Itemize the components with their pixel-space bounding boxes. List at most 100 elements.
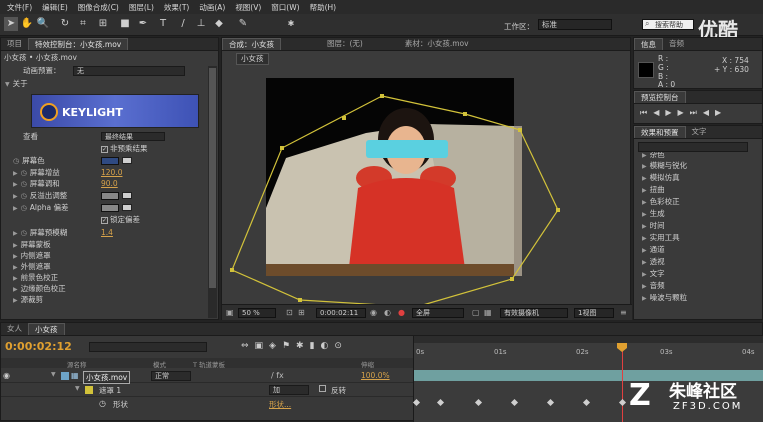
keyframe[interactable] [412,398,421,407]
effect-category-blur-sharpen[interactable]: 模糊与锐化 [650,161,688,170]
pen-tool-icon[interactable]: ✒ [136,17,150,31]
group-edge-color-correction[interactable]: 边缘颜色校正 [21,284,66,293]
effect-category-time[interactable]: 时间 [650,221,665,230]
keyframe[interactable] [582,398,591,407]
effect-category-channel[interactable]: 通道 [650,245,665,254]
effects-search-input[interactable] [638,142,748,152]
tab-info[interactable]: 信息 [634,38,663,50]
timeline-search-input[interactable] [89,342,207,352]
menu-edit[interactable]: 编辑(E) [37,2,73,13]
mask-color-icon[interactable] [85,386,93,394]
keyframe[interactable] [510,398,519,407]
timeline-switches-icons[interactable]: ⇔▣◈⚑✱▮◐⊙ [241,341,348,351]
fx-switch-icon[interactable]: / fx [271,371,284,380]
safe-margins-icon[interactable]: ⊡ [286,308,293,317]
keyframe[interactable] [546,398,555,407]
camera-tool-icon[interactable]: ⌗ [76,17,90,31]
current-time-field[interactable]: 0:00:02:11 [316,308,366,318]
rectangle-tool-icon[interactable]: ■ [118,17,132,31]
tab-effect-controls[interactable]: 特效控制台：小女孩.mov [28,38,129,50]
tab-project[interactable]: 项目 [1,38,28,50]
text-tool-icon[interactable]: T [156,17,170,31]
always-preview-icon[interactable]: ▣ [226,308,234,317]
stopwatch-icon[interactable]: ◷ [99,399,106,408]
group-fg-color-correction[interactable]: 前景色校正 [21,273,59,282]
menu-icon[interactable]: ≡ [620,308,627,317]
search-help-input[interactable]: 搜索帮助 [642,19,694,30]
timeline-mask-shape-row[interactable]: ◷ 形状 形状... [1,398,413,411]
selection-tool-icon[interactable]: ➤ [4,17,18,31]
layer-stretch-value[interactable]: 100.0% [361,371,390,380]
resolution-dropdown[interactable]: 全屏 [412,308,464,318]
despill-bias-swatch[interactable] [101,191,132,200]
keyframe[interactable] [618,398,627,407]
layer-name[interactable]: 小女孩.mov [83,371,131,384]
timeline-current-time[interactable]: 0:00:02:12 [5,340,72,353]
playhead-icon[interactable] [617,343,627,352]
mask-shape-value[interactable]: 形状... [269,399,291,410]
view-dropdown[interactable]: 最终结果 [101,132,165,141]
zoom-dropdown[interactable]: 50 % [238,308,276,318]
effect-category-color-correction[interactable]: 色彩校正 [650,197,680,206]
brush-tool-icon[interactable]: / [176,17,190,31]
transparency-grid-icon[interactable]: ▦ [484,308,492,317]
puppet-tool-icon[interactable]: ✱ [284,17,298,31]
screen-balance-value[interactable]: 90.0 [101,178,118,189]
stopwatch-icon[interactable]: ◷ [21,180,27,188]
grid-icon[interactable]: ⊞ [298,308,305,317]
stopwatch-icon[interactable]: ◷ [13,157,19,165]
work-area-bar[interactable] [414,336,763,343]
menu-effect[interactable]: 效果(T) [159,2,194,13]
effect-category-distort[interactable]: 扭曲 [650,185,665,194]
effect-category-simulation[interactable]: 模拟仿真 [650,173,680,182]
effect-category-noise[interactable]: 杂色 [650,152,665,159]
expand-triangle-icon[interactable]: ▼ [5,81,10,88]
tab-timeline-woman[interactable]: 女人 [1,323,28,335]
menu-help[interactable]: 帮助(H) [305,2,342,13]
camera-dropdown[interactable]: 有效摄像机 [500,308,568,318]
group-screen-matte[interactable]: 屏幕蒙板 [21,240,51,249]
scrollbar[interactable] [208,66,217,318]
group-outside-mask[interactable]: 外侧遮罩 [21,262,51,271]
mask-mode-dropdown[interactable]: 加 [269,385,309,395]
menu-view[interactable]: 视图(V) [230,2,266,13]
stopwatch-icon[interactable]: ◷ [21,204,27,212]
menu-window[interactable]: 窗口(W) [266,2,304,13]
expand-triangle-icon[interactable]: ▼ [51,371,56,378]
rotate-tool-icon[interactable]: ↻ [58,17,72,31]
roto-brush-icon[interactable]: ✎ [236,17,250,31]
lock-bias-checkbox[interactable]: ✓ [101,217,108,224]
timeline-mask-row[interactable]: ▼ 遮罩 1 加 反转 [1,384,413,397]
hand-tool-icon[interactable]: ✋ [20,17,34,31]
pan-behind-tool-icon[interactable]: ⊞ [96,17,110,31]
unpremult-checkbox[interactable]: ✓ [101,146,108,153]
tab-audio[interactable]: 音频 [663,38,690,50]
group-inside-mask[interactable]: 内侧遮罩 [21,251,51,260]
mask-path[interactable] [222,38,632,308]
show-channel-icon[interactable]: ◐ [384,308,391,317]
label-color-icon[interactable] [61,372,69,380]
stopwatch-icon[interactable]: ◷ [21,192,27,200]
effect-category-text[interactable]: 文字 [650,269,665,278]
eraser-tool-icon[interactable]: ◆ [212,17,226,31]
screen-preblur-value[interactable]: 1.4 [101,227,113,238]
tab-character[interactable]: 文字 [686,126,713,138]
effect-category-noise-grain[interactable]: 噪波与颗粒 [650,293,688,302]
preview-controls[interactable]: ⏮◀▶▶⏭◀▶ [640,108,727,118]
alpha-bias-swatch[interactable] [101,203,132,212]
keyframe[interactable] [474,398,483,407]
tab-effects-presets[interactable]: 效果和预置 [634,126,686,138]
screen-color-swatch[interactable] [101,156,132,165]
menu-file[interactable]: 文件(F) [2,2,37,13]
eye-icon[interactable]: ◉ [3,371,10,380]
mask-name[interactable]: 遮罩 1 [99,385,121,396]
layer-mode-dropdown[interactable]: 正常 [151,371,191,381]
tab-timeline-girl[interactable]: 小女孩 [28,323,65,335]
current-time-indicator[interactable] [622,344,623,422]
menu-composition[interactable]: 图像合成(C) [73,2,124,13]
effect-category-perspective[interactable]: 透视 [650,257,665,266]
preset-dropdown[interactable]: 无 [73,66,185,76]
color-channel-icon[interactable]: ● [398,308,405,317]
stopwatch-icon[interactable]: ◷ [21,229,27,237]
tab-preview[interactable]: 预览控制台 [634,91,686,103]
